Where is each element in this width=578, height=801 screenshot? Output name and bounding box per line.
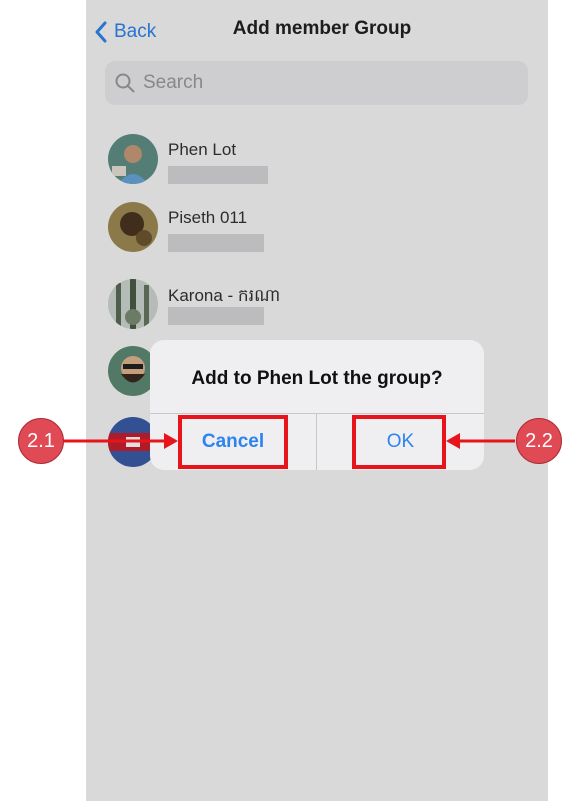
arrow-left-icon	[446, 433, 460, 449]
annotation-badge-2-1: 2.1	[18, 418, 64, 464]
arrow-right-icon	[164, 433, 178, 449]
annotation-badge-2-2: 2.2	[516, 418, 562, 464]
annotation-arrows	[63, 433, 515, 449]
